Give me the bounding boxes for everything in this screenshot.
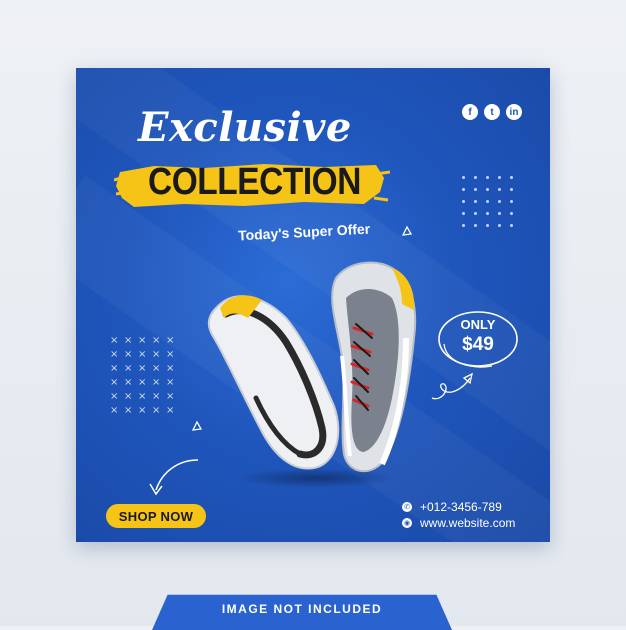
promo-card: f t in Exclusive COLLECTION Today's Supe… (76, 68, 550, 542)
headline-script: Exclusive (138, 104, 352, 151)
website-link[interactable]: www.website.com (420, 516, 515, 530)
footer-note: IMAGE NOT INCLUDED (221, 602, 383, 616)
cross-grid: × × × × × × × × × × × × × × × × × × × × × × × × × × × × × × (110, 335, 175, 416)
phone-icon: ✆ (402, 502, 412, 512)
arrow-down-left-icon (149, 459, 199, 496)
phone-row: ✆ +012-3456-789 (402, 500, 502, 514)
price-amount: $49 (462, 334, 494, 355)
price-badge: ONLY $49 (438, 317, 518, 356)
twitter-icon[interactable]: t (484, 104, 500, 120)
phone-number[interactable]: +012-3456-789 (420, 500, 502, 514)
dot-grid (462, 176, 513, 227)
linkedin-icon[interactable]: in (506, 104, 522, 120)
shop-now-button[interactable]: SHOP NOW (106, 504, 206, 528)
headline-main: COLLECTION (148, 161, 361, 203)
website-row: ◉ www.website.com (402, 516, 515, 530)
globe-icon: ◉ (402, 518, 412, 528)
price-label: ONLY (460, 317, 496, 332)
facebook-icon[interactable]: f (462, 104, 478, 120)
social-links: f t in (462, 104, 522, 120)
sneaker-image (208, 261, 417, 488)
arrow-up-right-icon (431, 372, 473, 400)
triangle-icon (401, 225, 413, 236)
